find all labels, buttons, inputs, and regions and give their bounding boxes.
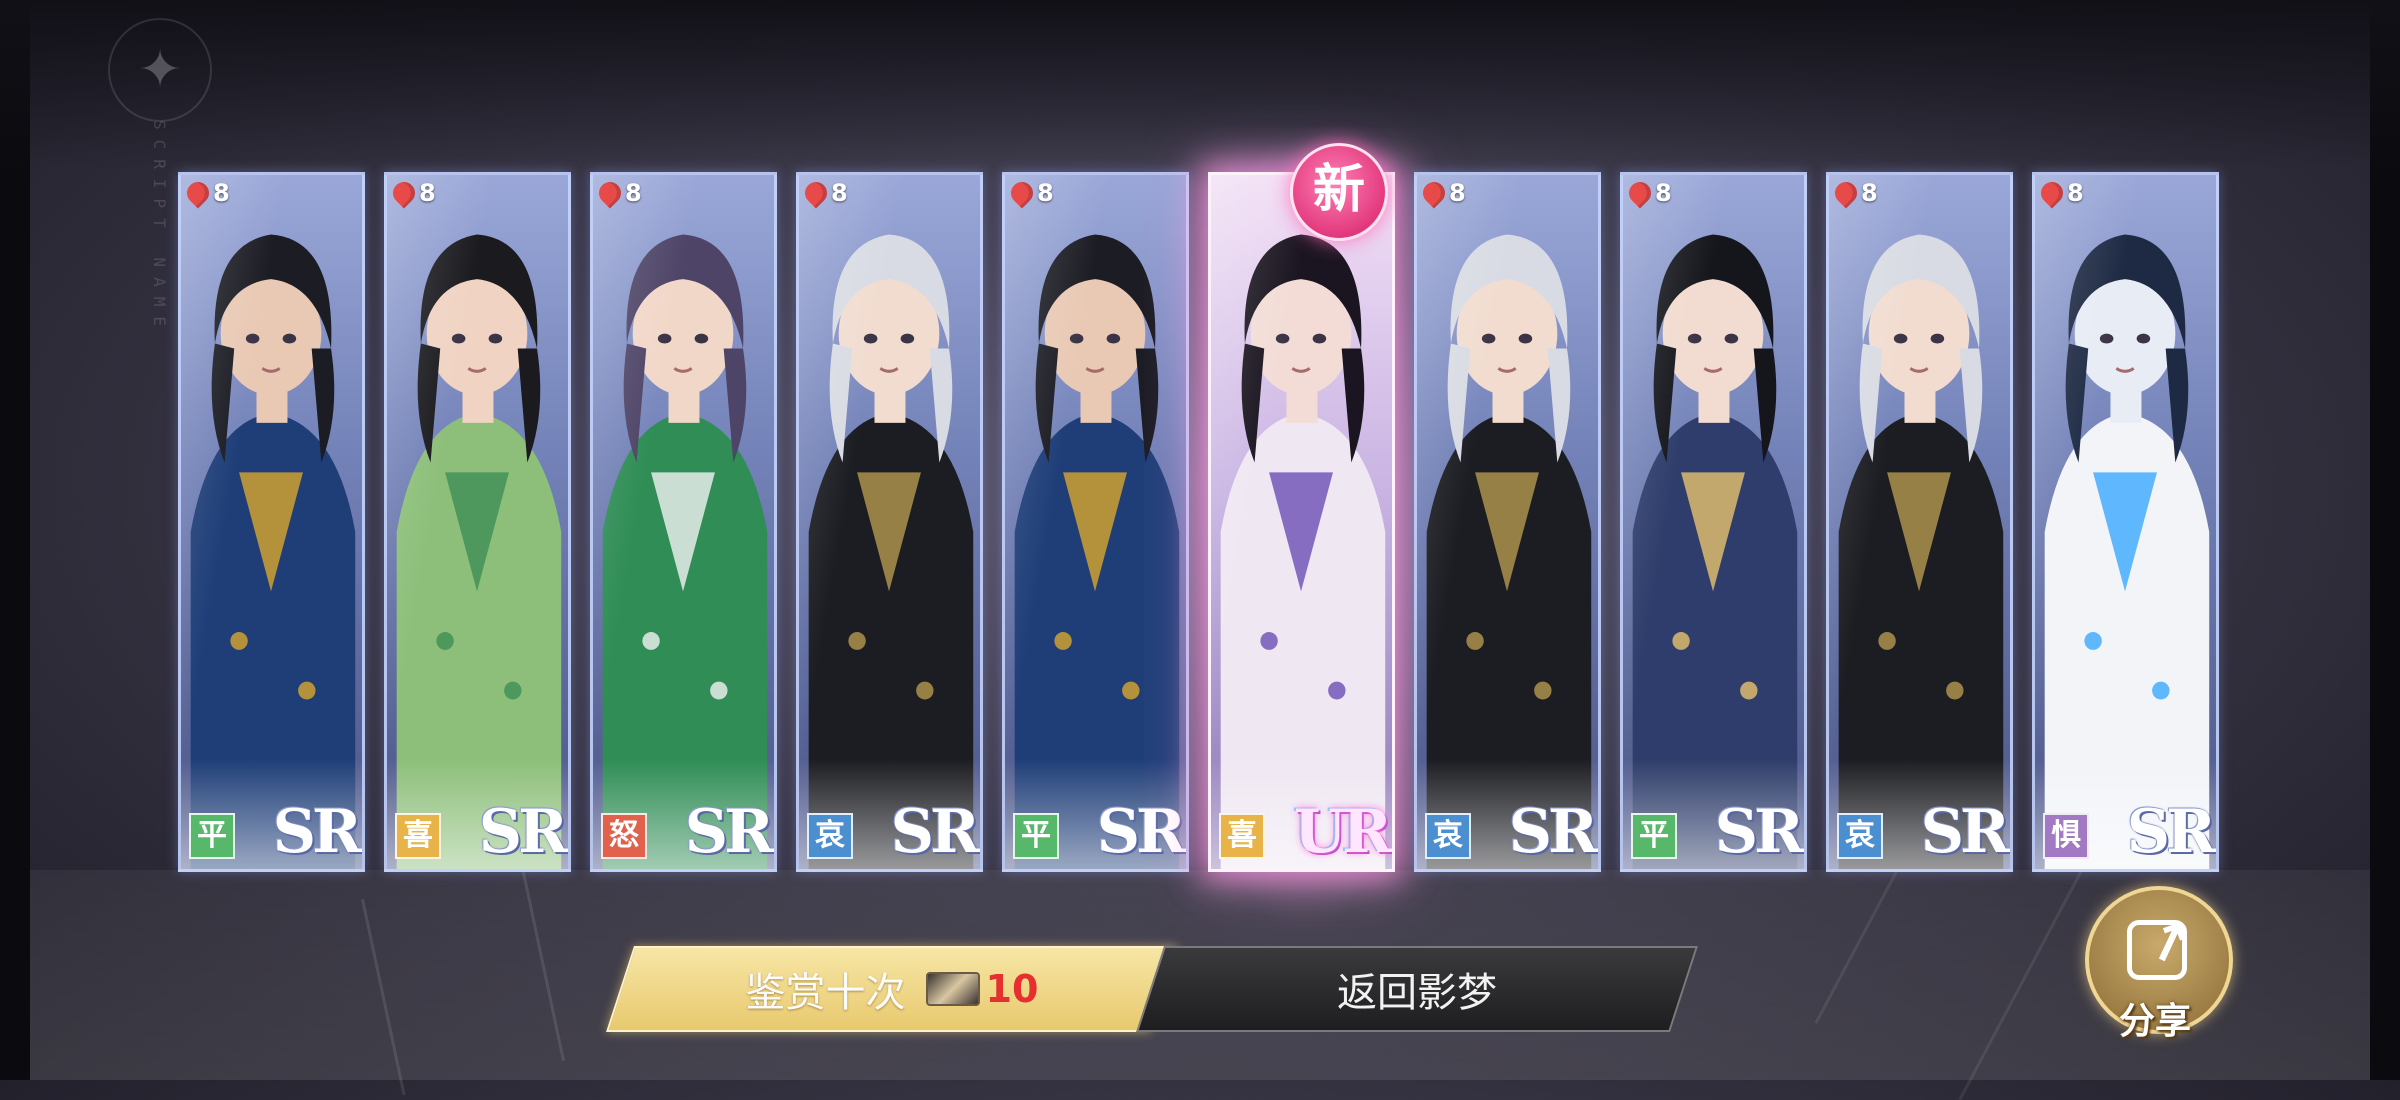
card-level-value: 8 — [419, 179, 436, 207]
card-level-value: 8 — [213, 179, 230, 207]
level-icon — [388, 177, 420, 209]
mood-tag: 哀 — [1425, 813, 1471, 859]
card-level-value: 8 — [625, 179, 642, 207]
result-card[interactable]: 8 平 SR — [1620, 172, 1807, 872]
mood-tag: 哀 — [807, 813, 853, 859]
rarity-label: SR — [1920, 797, 2010, 867]
card-level: 8 — [1624, 177, 1672, 209]
result-card[interactable]: 8 哀 SR — [796, 172, 983, 872]
rarity-label: SR — [272, 797, 362, 867]
level-icon — [1006, 177, 1038, 209]
result-card[interactable]: 8 哀 SR — [1826, 172, 2013, 872]
card-level-value: 8 — [1655, 179, 1672, 207]
card-level-value: 8 — [1037, 179, 1054, 207]
level-icon — [182, 177, 214, 209]
mood-tag: 怒 — [601, 813, 647, 859]
card-level-value: 8 — [2067, 179, 2084, 207]
level-icon — [1830, 177, 1862, 209]
new-badge: 新 — [1290, 143, 1388, 241]
return-button[interactable]: 返回影梦 — [1136, 946, 1698, 1032]
card-level: 8 — [182, 177, 230, 209]
rarity-label: UR — [1293, 797, 1392, 867]
mood-tag: 平 — [1013, 813, 1059, 859]
ticket-icon — [925, 972, 980, 1006]
rarity-label: SR — [1508, 797, 1598, 867]
rarity-label: SR — [1096, 797, 1186, 867]
rarity-label: SR — [478, 797, 568, 867]
result-card[interactable]: 8 平 SR — [178, 172, 365, 872]
mood-tag: 平 — [189, 813, 235, 859]
card-level: 8 — [800, 177, 848, 209]
card-level-value: 8 — [1449, 179, 1466, 207]
result-card[interactable]: 8 惧 SR — [2032, 172, 2219, 872]
result-card-ur[interactable]: 喜 UR — [1208, 172, 1395, 872]
draw-results: 8 平 SR 8 喜 SR 8 怒 SR 8 哀 SR 8 平 SR 喜 UR 8 哀 SR 8 平 SR 8 哀 SR 8 惧 SR — [0, 0, 2400, 900]
level-icon — [800, 177, 832, 209]
appraise-ten-button[interactable]: 鉴赏十次 10 — [606, 946, 1178, 1032]
rarity-label: SR — [890, 797, 980, 867]
mood-tag: 平 — [1631, 813, 1677, 859]
rarity-label: SR — [1714, 797, 1804, 867]
card-level-value: 8 — [831, 179, 848, 207]
appraise-cost: 10 — [985, 967, 1039, 1011]
card-level: 8 — [1006, 177, 1054, 209]
result-card[interactable]: 8 怒 SR — [590, 172, 777, 872]
mood-tag: 喜 — [395, 813, 441, 859]
rarity-label: SR — [2126, 797, 2216, 867]
share-label: 分享 — [2118, 1001, 2191, 1042]
rarity-label: SR — [684, 797, 774, 867]
result-card[interactable]: 8 平 SR — [1002, 172, 1189, 872]
card-level: 8 — [388, 177, 436, 209]
mood-tag: 哀 — [1837, 813, 1883, 859]
card-level: 8 — [2036, 177, 2084, 209]
card-level: 8 — [1830, 177, 1878, 209]
return-label: 返回影梦 — [1337, 970, 1497, 1016]
level-icon — [1418, 177, 1450, 209]
result-card[interactable]: 8 喜 SR — [384, 172, 571, 872]
result-card[interactable]: 8 哀 SR — [1414, 172, 1601, 872]
card-level: 8 — [594, 177, 642, 209]
level-icon — [1624, 177, 1656, 209]
appraise-ten-label: 鉴赏十次 — [745, 970, 906, 1016]
level-icon — [2036, 177, 2068, 209]
mood-tag: 喜 — [1219, 813, 1265, 859]
card-level: 8 — [1418, 177, 1466, 209]
level-icon — [594, 177, 626, 209]
mood-tag: 惧 — [2043, 813, 2089, 859]
card-level-value: 8 — [1861, 179, 1878, 207]
